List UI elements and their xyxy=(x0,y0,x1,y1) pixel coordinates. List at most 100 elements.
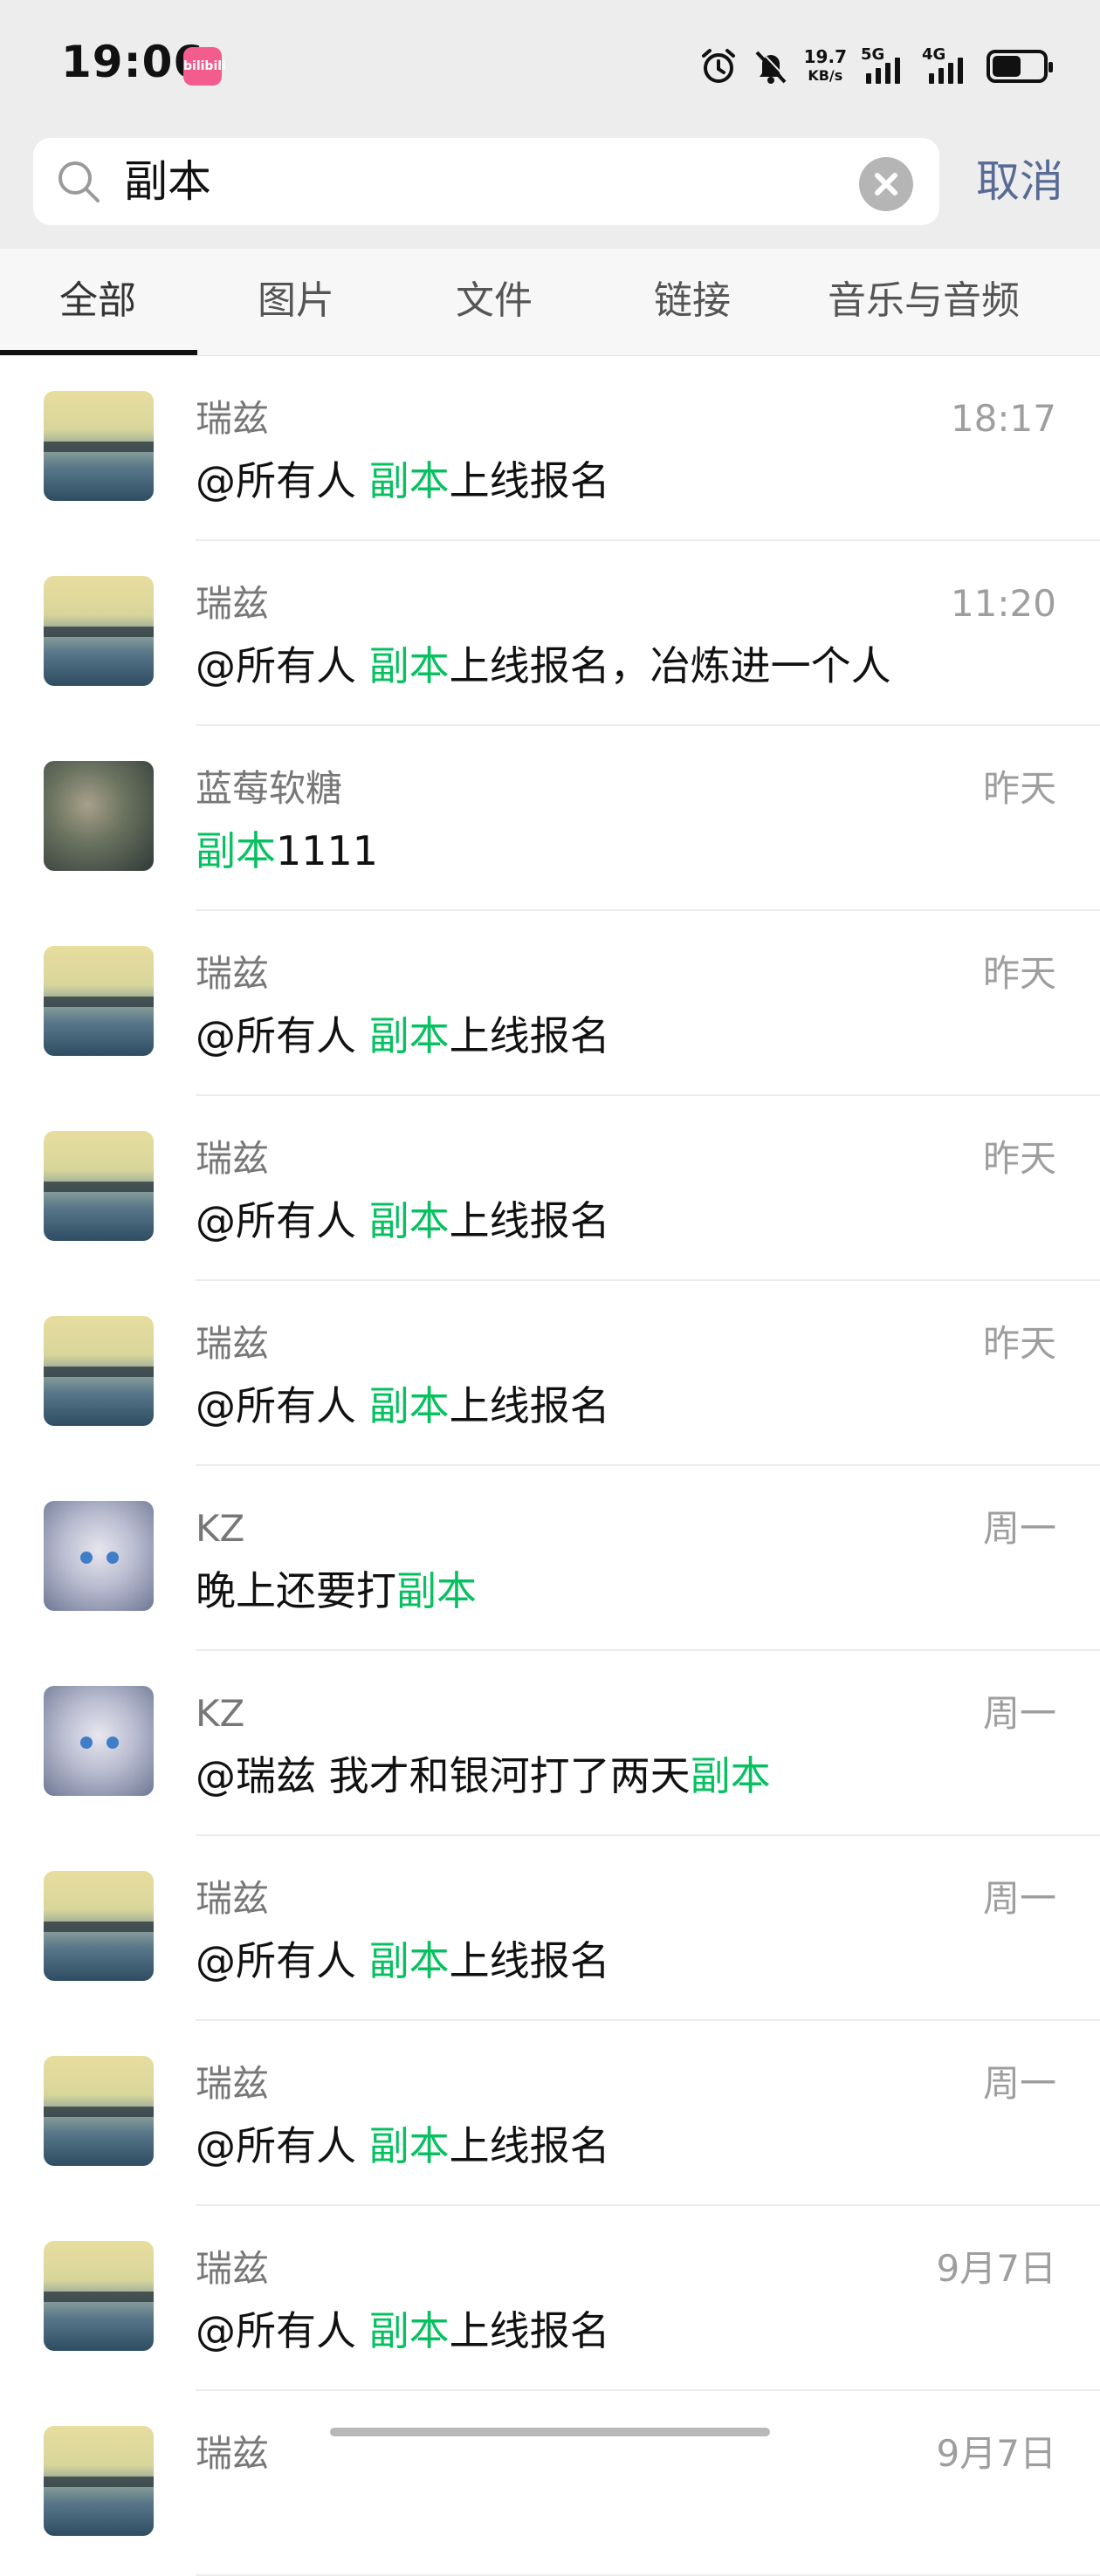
active-tab-indicator xyxy=(0,350,197,355)
sender-name: 瑞兹 xyxy=(196,2247,270,2290)
snippet-text: @所有人 xyxy=(196,1937,369,1984)
message-date: 周一 xyxy=(982,2062,1056,2105)
list-item[interactable]: 瑞兹 周一 @所有人 副本上线报名 xyxy=(0,2021,1100,2206)
mute-bell-icon xyxy=(755,49,788,84)
message-date: 9月7日 xyxy=(936,2432,1056,2475)
tab-images[interactable]: 图片 xyxy=(258,275,334,327)
keyword-highlight: 副本 xyxy=(368,1382,450,1429)
snippet-text: @所有人 xyxy=(196,642,369,689)
snippet-text: 上线报名 xyxy=(449,2122,610,2169)
avatar xyxy=(44,2426,154,2536)
clear-search-button[interactable] xyxy=(859,157,913,211)
filter-tabs: 全部 图片 文件 链接 音乐与音频 xyxy=(0,249,1100,356)
network-speed: 19.7 KB/s xyxy=(803,46,847,84)
sender-name: 瑞兹 xyxy=(196,397,270,440)
tab-files[interactable]: 文件 xyxy=(456,275,533,327)
close-icon xyxy=(875,173,897,195)
tab-music-audio[interactable]: 音乐与音频 xyxy=(828,275,1020,327)
avatar xyxy=(44,2241,154,2351)
message-date: 18:17 xyxy=(950,397,1056,440)
message-snippet: @所有人 副本上线报名 xyxy=(196,1194,610,1248)
keyword-highlight: 副本 xyxy=(368,1012,450,1059)
message-date: 周一 xyxy=(982,1877,1056,1920)
avatar xyxy=(44,1131,154,1241)
snippet-text: 上线报名 xyxy=(449,1937,610,1984)
list-item[interactable]: KZ 周一晚上还要打副本 xyxy=(0,1466,1100,1651)
snippet-text: 上线报名 xyxy=(449,1012,610,1059)
snippet-text: @所有人 xyxy=(196,2307,369,2354)
avatar xyxy=(44,2056,154,2166)
status-bar: 19:06 bilibili 19.7 KB/s 5G 4G xyxy=(0,0,1100,131)
message-date: 昨天 xyxy=(982,767,1056,810)
signal-5g-icon: 5G xyxy=(861,45,908,84)
keyword-highlight: 副本 xyxy=(196,827,276,874)
message-snippet: 晚上还要打副本 xyxy=(196,1564,477,1618)
battery-icon xyxy=(987,50,1053,83)
avatar xyxy=(44,1316,154,1426)
sender-name: KZ xyxy=(196,1692,245,1735)
snippet-text: @所有人 xyxy=(196,1382,369,1429)
list-item[interactable]: 蓝莓软糖 昨天副本1111 xyxy=(0,726,1100,911)
snippet-text: @所有人 xyxy=(196,457,369,504)
signal-4g-icon: 4G xyxy=(922,45,973,84)
snippet-text: 1111 xyxy=(276,827,379,874)
keyword-highlight: 副本 xyxy=(368,1937,450,1984)
snippet-text: @瑞兹 我才和银河打了两天 xyxy=(196,1752,691,1799)
list-item[interactable]: 瑞兹 9月7日 @所有人 副本上线报名 xyxy=(0,2206,1100,2391)
avatar xyxy=(44,1871,154,1981)
message-snippet: @所有人 副本上线报名，冶炼进一个人 xyxy=(196,639,891,693)
search-input[interactable]: 副本 xyxy=(33,138,939,225)
list-item[interactable]: 瑞兹 昨天 @所有人 副本上线报名 xyxy=(0,1096,1100,1281)
snippet-text: @所有人 xyxy=(196,2122,369,2169)
list-item[interactable]: 瑞兹 18:17 @所有人 副本上线报名 xyxy=(0,356,1100,541)
sender-name: 瑞兹 xyxy=(196,952,270,995)
list-item[interactable]: KZ 周一 @瑞兹 我才和银河打了两天副本 xyxy=(0,1651,1100,1836)
search-results-list: 瑞兹 18:17 @所有人 副本上线报名 瑞兹 11:20 @所有人 副本上线报名，冶炼进… xyxy=(0,356,1100,2576)
message-date: 周一 xyxy=(982,1507,1056,1550)
avatar xyxy=(44,1686,154,1796)
message-date: 昨天 xyxy=(982,1137,1056,1180)
message-snippet: @瑞兹 我才和银河打了两天副本 xyxy=(196,1749,771,1803)
bilibili-app-icon: bilibili xyxy=(183,47,226,86)
snippet-text: 上线报名 xyxy=(449,1382,610,1429)
sender-name: 瑞兹 xyxy=(196,1322,270,1365)
list-item[interactable]: 瑞兹 昨天 @所有人 副本上线报名 xyxy=(0,1281,1100,1466)
avatar xyxy=(44,1501,154,1611)
message-date: 9月7日 xyxy=(936,2247,1056,2290)
sender-name: 瑞兹 xyxy=(196,582,270,625)
message-date: 昨天 xyxy=(982,952,1056,995)
avatar xyxy=(44,391,154,501)
avatar xyxy=(44,576,154,686)
message-snippet: 副本1111 xyxy=(196,824,378,878)
sender-name: 瑞兹 xyxy=(196,2062,270,2105)
sender-name: 瑞兹 xyxy=(196,1137,270,1180)
message-snippet: @所有人 副本上线报名 xyxy=(196,1009,610,1063)
tab-links[interactable]: 链接 xyxy=(654,275,731,327)
keyword-highlight: 副本 xyxy=(368,457,450,504)
sender-name: 瑞兹 xyxy=(196,2432,270,2475)
message-snippet: @所有人 副本上线报名 xyxy=(196,2119,610,2173)
system-icons: 19.7 KB/s 5G 4G xyxy=(699,40,1053,92)
snippet-text: 上线报名 xyxy=(449,457,610,504)
message-snippet: @所有人 副本上线报名 xyxy=(196,1379,610,1433)
list-item[interactable]: 瑞兹 周一 @所有人 副本上线报名 xyxy=(0,1836,1100,2021)
list-item[interactable]: 瑞兹 昨天 @所有人 副本上线报名 xyxy=(0,911,1100,1096)
sender-name: 蓝莓软糖 xyxy=(196,767,343,810)
keyword-highlight: 副本 xyxy=(368,642,450,689)
list-item[interactable]: 瑞兹 11:20 @所有人 副本上线报名，冶炼进一个人 xyxy=(0,541,1100,726)
message-date: 周一 xyxy=(982,1692,1056,1735)
keyword-highlight: 副本 xyxy=(368,2307,450,2354)
message-date: 昨天 xyxy=(982,1322,1056,1365)
cancel-button[interactable]: 取消 xyxy=(976,155,1063,208)
keyword-highlight: 副本 xyxy=(368,1197,450,1244)
snippet-text: 上线报名 xyxy=(449,1197,610,1244)
snippet-text: 上线报名，冶炼进一个人 xyxy=(449,642,891,689)
avatar xyxy=(44,761,154,871)
snippet-text: @所有人 xyxy=(196,1012,369,1059)
keyword-highlight: 副本 xyxy=(396,1567,477,1614)
message-snippet: @所有人 副本上线报名 xyxy=(196,454,610,508)
tab-all[interactable]: 全部 xyxy=(59,275,136,327)
home-indicator[interactable] xyxy=(330,2428,770,2436)
sender-name: KZ xyxy=(196,1507,245,1550)
list-item[interactable]: 瑞兹 9月7日 xyxy=(0,2391,1100,2576)
